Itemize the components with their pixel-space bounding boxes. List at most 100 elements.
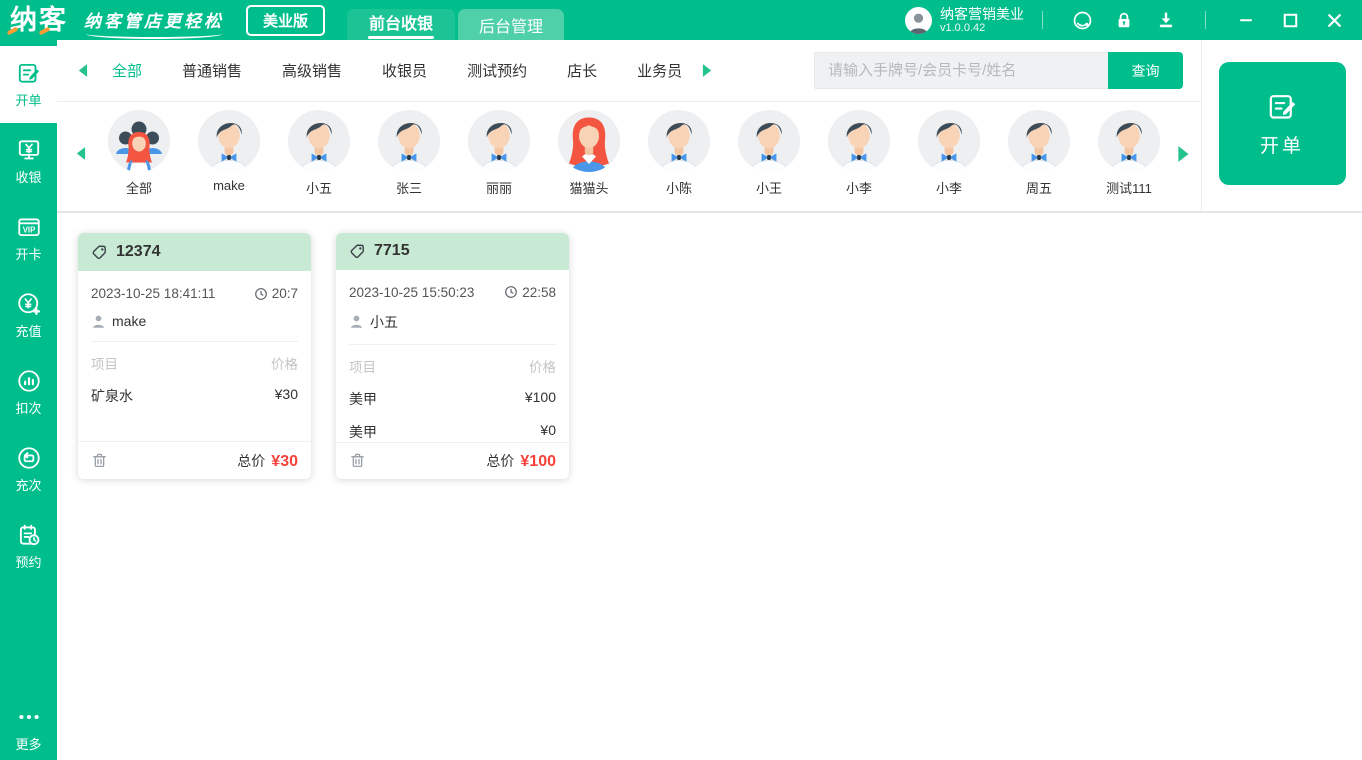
order-meta-row: 2023-10-25 18:41:11 20:7	[91, 286, 298, 301]
order-staff-row: make	[91, 313, 298, 329]
tab-back-admin[interactable]: 后台管理	[458, 9, 565, 40]
staff-filter-item[interactable]: 丽丽	[454, 110, 544, 197]
total-amount: ¥100	[520, 452, 556, 470]
staff-filter-item[interactable]: 小李	[904, 110, 994, 197]
refill-repeat-icon	[17, 447, 40, 469]
clock-icon	[505, 286, 518, 299]
order-columns-row: 项目 价格	[91, 353, 298, 373]
total-amount: ¥30	[271, 452, 298, 470]
staff-avatar	[648, 110, 710, 172]
search-button[interactable]: 查询	[1108, 52, 1183, 89]
app-window: 纳客 纳客管店更轻松 美业版 前台收银 后台管理 纳客营销美业 v1.0.0.4	[0, 0, 1362, 760]
staff-filter-item[interactable]: 小五	[274, 110, 364, 197]
account-info: 纳客营销美业 v1.0.0.42	[940, 6, 1024, 35]
item-price: ¥100	[524, 388, 556, 405]
sidebar-item-booking[interactable]: 预约	[0, 508, 57, 585]
titlebar-right: 纳客营销美业 v1.0.0.42	[905, 0, 1362, 40]
staff-scroll-right-icon[interactable]	[1175, 143, 1193, 165]
order-list: 12374 2023-10-25 18:41:11 20:7 make 项目 价…	[57, 213, 1362, 479]
staff-filter-item[interactable]: make	[184, 110, 274, 197]
order-staff-name: make	[112, 313, 147, 329]
more-dots-icon	[18, 714, 39, 719]
order-item-row: 矿泉水 ¥30	[91, 386, 298, 406]
item-name: 矿泉水	[91, 388, 133, 404]
person-icon	[93, 315, 104, 328]
tab-active-underline	[368, 36, 435, 39]
window-controls	[1224, 0, 1356, 40]
close-icon[interactable]	[1312, 0, 1356, 40]
edition-badge[interactable]: 美业版	[246, 4, 326, 36]
trash-icon	[93, 453, 106, 468]
staff-filter-item[interactable]: 测试111	[1084, 110, 1169, 197]
titlebar: 纳客 纳客管店更轻松 美业版 前台收银 后台管理 纳客营销美业 v1.0.0.4	[0, 0, 1362, 40]
maximize-icon[interactable]	[1268, 0, 1312, 40]
staff-filter-item[interactable]: 小王	[724, 110, 814, 197]
filter-tab-test-booking[interactable]: 测试预约	[467, 60, 527, 81]
staff-filter-item[interactable]: 全部	[94, 110, 184, 197]
sidebar-item-more[interactable]: 更多	[0, 698, 57, 758]
open-order-card[interactable]: 7715 2023-10-25 15:50:23 22:58 小五 项目 价格 …	[336, 233, 569, 479]
header-zone: 全部 普通销售 高级销售 收银员 测试预约 店长 业务员 查询	[57, 40, 1362, 213]
support-icon[interactable]	[1061, 0, 1103, 40]
vip-card-icon: VIP	[17, 218, 40, 237]
sidebar-item-cashier[interactable]: 收银	[0, 123, 57, 200]
sidebar-label: 开卡	[15, 247, 42, 262]
order-total-wrap: 总价 ¥100	[486, 451, 556, 471]
filter-scroll-right-icon[interactable]	[700, 61, 715, 80]
sidebar-item-deduct-count[interactable]: 扣次	[0, 354, 57, 431]
header-left: 全部 普通销售 高级销售 收银员 测试预约 店长 业务员 查询	[57, 40, 1201, 211]
lock-icon[interactable]	[1103, 0, 1145, 40]
filter-tab-salesman[interactable]: 业务员	[637, 60, 682, 81]
account-version: v1.0.0.42	[940, 21, 986, 34]
new-order-panel: 开单	[1201, 40, 1362, 211]
filter-tab-manager[interactable]: 店长	[567, 60, 597, 81]
tab-label: 前台收银	[369, 16, 434, 33]
filter-tab-cashier[interactable]: 收银员	[382, 60, 427, 81]
staff-avatar	[468, 110, 530, 172]
staff-name: 小五	[305, 181, 332, 196]
order-card-footer: 总价 ¥100	[336, 441, 569, 479]
filter-tab-all[interactable]: 全部	[112, 60, 142, 81]
minimize-icon[interactable]	[1224, 0, 1268, 40]
filter-tab-normal-sales[interactable]: 普通销售	[182, 60, 242, 81]
open-order-card[interactable]: 12374 2023-10-25 18:41:11 20:7 make 项目 价…	[78, 233, 311, 479]
staff-name: 猫猫头	[569, 181, 609, 196]
tab-front-cashier[interactable]: 前台收银	[347, 9, 456, 40]
sidebar-item-recharge[interactable]: 充值	[0, 277, 57, 354]
slogan-text: 纳客管店更轻松	[84, 7, 224, 39]
column-item-label: 项目	[91, 357, 118, 372]
person-icon	[351, 316, 362, 329]
filter-scroll-left-icon[interactable]	[75, 61, 90, 80]
staff-avatar	[828, 110, 890, 172]
staff-name: 小李	[845, 181, 872, 196]
staff-filter-item[interactable]: 周五	[994, 110, 1084, 197]
person-icon	[909, 13, 928, 34]
new-order-button[interactable]: 开单	[1218, 62, 1346, 185]
search-input[interactable]	[814, 52, 1108, 89]
account-avatar[interactable]	[905, 6, 932, 34]
total-label: 总价	[486, 452, 515, 469]
staff-filter-item[interactable]: 张三	[364, 110, 454, 197]
sidebar-item-open-order[interactable]: 开单	[0, 46, 57, 123]
staff-avatar	[288, 110, 350, 172]
delete-order-button[interactable]	[349, 452, 366, 469]
sidebar-item-vip-card[interactable]: VIP 开卡	[0, 200, 57, 277]
sidebar-label: 充值	[15, 324, 42, 339]
staff-scroll-left-icon[interactable]	[73, 144, 88, 163]
item-name: 美甲	[349, 390, 377, 407]
filter-tab-senior-sales[interactable]: 高级销售	[282, 60, 342, 81]
staff-filter-item[interactable]: 小李	[814, 110, 904, 197]
sidebar-label: 扣次	[15, 401, 42, 416]
sidebar-item-refill-count[interactable]: 充次	[0, 431, 57, 508]
divider	[1042, 11, 1043, 29]
sidebar-label: 充次	[15, 478, 42, 493]
download-icon[interactable]	[1145, 0, 1187, 40]
order-duration: 20:7	[271, 286, 298, 301]
staff-filter-item[interactable]: 猫猫头	[544, 110, 634, 197]
filter-toolbar: 全部 普通销售 高级销售 收银员 测试预约 店长 业务员 查询	[57, 40, 1201, 102]
delete-order-button[interactable]	[91, 452, 108, 469]
main-nav-tabs: 前台收银 后台管理	[347, 9, 565, 40]
staff-filter-item[interactable]: 小陈	[634, 110, 724, 197]
staff-avatar	[1098, 110, 1160, 172]
svg-text:VIP: VIP	[22, 225, 35, 234]
